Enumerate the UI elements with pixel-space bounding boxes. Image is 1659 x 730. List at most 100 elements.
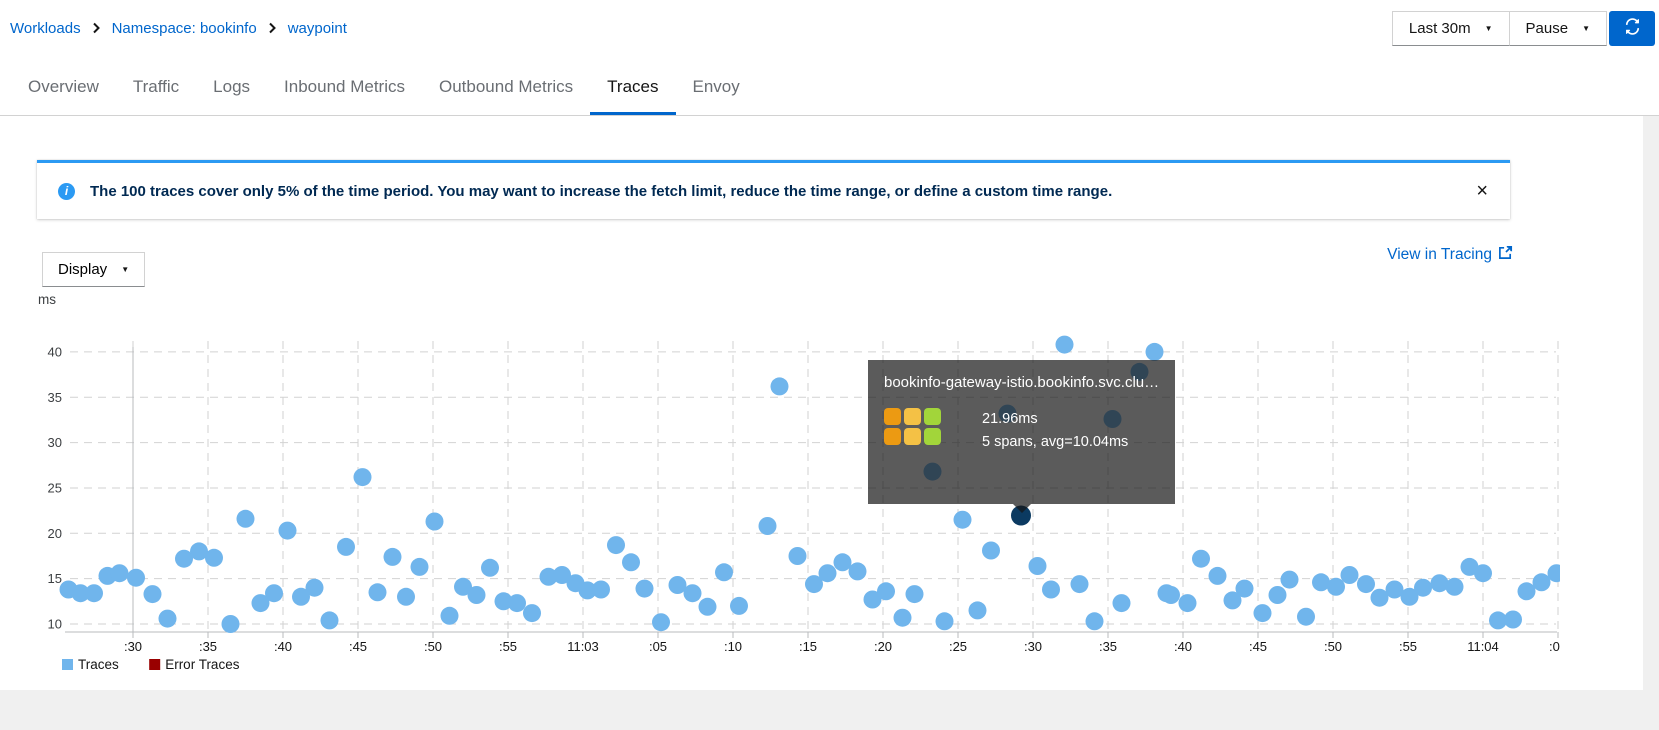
trace-point[interactable] <box>1209 567 1227 585</box>
trace-point[interactable] <box>1254 604 1272 622</box>
trace-point[interactable] <box>849 562 867 580</box>
close-icon[interactable]: × <box>1474 181 1490 201</box>
trace-point[interactable] <box>699 598 717 616</box>
trace-point[interactable] <box>954 511 972 529</box>
trace-point[interactable] <box>426 513 444 531</box>
heatmap-cell <box>904 428 921 445</box>
trace-point[interactable] <box>936 612 954 630</box>
trace-point[interactable] <box>789 547 807 565</box>
trace-point[interactable] <box>337 538 355 556</box>
traces-panel: i The 100 traces cover only 5% of the ti… <box>0 116 1643 690</box>
trace-point[interactable] <box>1071 575 1089 593</box>
trace-point[interactable] <box>397 588 415 606</box>
tab-traffic[interactable]: Traffic <box>116 63 196 115</box>
trace-point[interactable] <box>481 559 499 577</box>
trace-point[interactable] <box>1327 578 1345 596</box>
trace-point[interactable] <box>684 584 702 602</box>
breadcrumb-item-workloads[interactable]: Workloads <box>10 20 81 37</box>
trace-point[interactable] <box>730 597 748 615</box>
trace-point[interactable] <box>441 607 459 625</box>
duration-dropdown[interactable]: Last 30m ▼ <box>1392 11 1510 46</box>
refresh-button[interactable] <box>1609 11 1655 46</box>
trace-point[interactable] <box>1297 608 1315 626</box>
trace-point[interactable] <box>1341 566 1359 584</box>
trace-point[interactable] <box>1357 575 1375 593</box>
trace-point[interactable] <box>1446 578 1464 596</box>
trace-point[interactable] <box>1029 557 1047 575</box>
x-tick-label: :05 <box>649 639 667 654</box>
trace-point[interactable] <box>144 585 162 603</box>
breadcrumb-item-namespace-bookinfo[interactable]: Namespace: bookinfo <box>112 20 257 37</box>
trace-point[interactable] <box>906 585 924 603</box>
trace-point[interactable] <box>1504 611 1522 629</box>
trace-point[interactable] <box>1042 581 1060 599</box>
tab-envoy[interactable]: Envoy <box>676 63 757 115</box>
trace-point[interactable] <box>85 584 103 602</box>
trace-point[interactable] <box>1281 571 1299 589</box>
trace-point[interactable] <box>1518 582 1536 600</box>
trace-point[interactable] <box>111 564 129 582</box>
trace-point[interactable] <box>834 553 852 571</box>
trace-point[interactable] <box>508 594 526 612</box>
trace-point[interactable] <box>1179 594 1197 612</box>
trace-point[interactable] <box>636 580 654 598</box>
trace-point[interactable] <box>523 604 541 622</box>
trace-point[interactable] <box>1192 550 1210 568</box>
trace-point[interactable] <box>715 563 733 581</box>
refresh-interval-dropdown[interactable]: Pause ▼ <box>1509 11 1607 46</box>
trace-point[interactable] <box>894 609 912 627</box>
trace-point[interactable] <box>652 613 670 631</box>
tab-logs[interactable]: Logs <box>196 63 267 115</box>
trace-point[interactable] <box>279 522 297 540</box>
trace-point[interactable] <box>384 548 402 566</box>
trace-point[interactable] <box>321 611 339 629</box>
trace-point[interactable] <box>237 510 255 528</box>
trace-point[interactable] <box>1414 579 1432 597</box>
trace-point[interactable] <box>1236 580 1254 598</box>
tab-traces[interactable]: Traces <box>590 63 675 115</box>
trace-point[interactable] <box>354 468 372 486</box>
y-tick-label: 35 <box>48 390 62 405</box>
trace-point[interactable] <box>369 583 387 601</box>
trace-point[interactable] <box>759 517 777 535</box>
trace-point[interactable] <box>468 586 486 604</box>
trace-point[interactable] <box>265 584 283 602</box>
y-axis-unit-label: ms <box>38 292 56 307</box>
trace-point[interactable] <box>592 581 610 599</box>
trace-point[interactable] <box>306 579 324 597</box>
legend-item-traces[interactable]: Traces <box>62 657 119 672</box>
trace-point[interactable] <box>771 377 789 395</box>
trace-point[interactable] <box>982 542 1000 560</box>
display-dropdown[interactable]: Display ▼ <box>42 252 145 287</box>
trace-point[interactable] <box>1056 336 1074 354</box>
trace-point[interactable] <box>622 553 640 571</box>
sync-icon <box>1624 18 1641 38</box>
view-in-tracing-link[interactable]: View in Tracing <box>1387 245 1513 265</box>
trace-point[interactable] <box>1533 573 1551 591</box>
trace-point[interactable] <box>819 564 837 582</box>
trace-point[interactable] <box>1086 612 1104 630</box>
trace-point[interactable] <box>1113 594 1131 612</box>
x-tick-label: :30 <box>1024 639 1042 654</box>
trace-point[interactable] <box>1431 574 1449 592</box>
trace-point[interactable] <box>1162 586 1180 604</box>
trace-point[interactable] <box>1474 564 1492 582</box>
tab-inbound-metrics[interactable]: Inbound Metrics <box>267 63 422 115</box>
trace-duration: 21.96ms <box>982 408 1128 431</box>
trace-point[interactable] <box>127 569 145 587</box>
trace-point[interactable] <box>1269 586 1287 604</box>
x-tick-label: :50 <box>1324 639 1342 654</box>
trace-point[interactable] <box>411 558 429 576</box>
trace-point[interactable] <box>877 582 895 600</box>
trace-point[interactable] <box>222 615 240 633</box>
trace-point[interactable] <box>159 610 177 628</box>
trace-point[interactable] <box>607 536 625 554</box>
trace-point[interactable] <box>969 601 987 619</box>
tab-outbound-metrics[interactable]: Outbound Metrics <box>422 63 590 115</box>
legend-item-error-traces[interactable]: Error Traces <box>149 657 240 672</box>
tab-overview[interactable]: Overview <box>11 63 116 115</box>
y-tick-label: 40 <box>48 344 62 359</box>
trace-point[interactable] <box>1146 343 1164 361</box>
breadcrumb-item-waypoint[interactable]: waypoint <box>288 20 347 37</box>
trace-point[interactable] <box>205 549 223 567</box>
